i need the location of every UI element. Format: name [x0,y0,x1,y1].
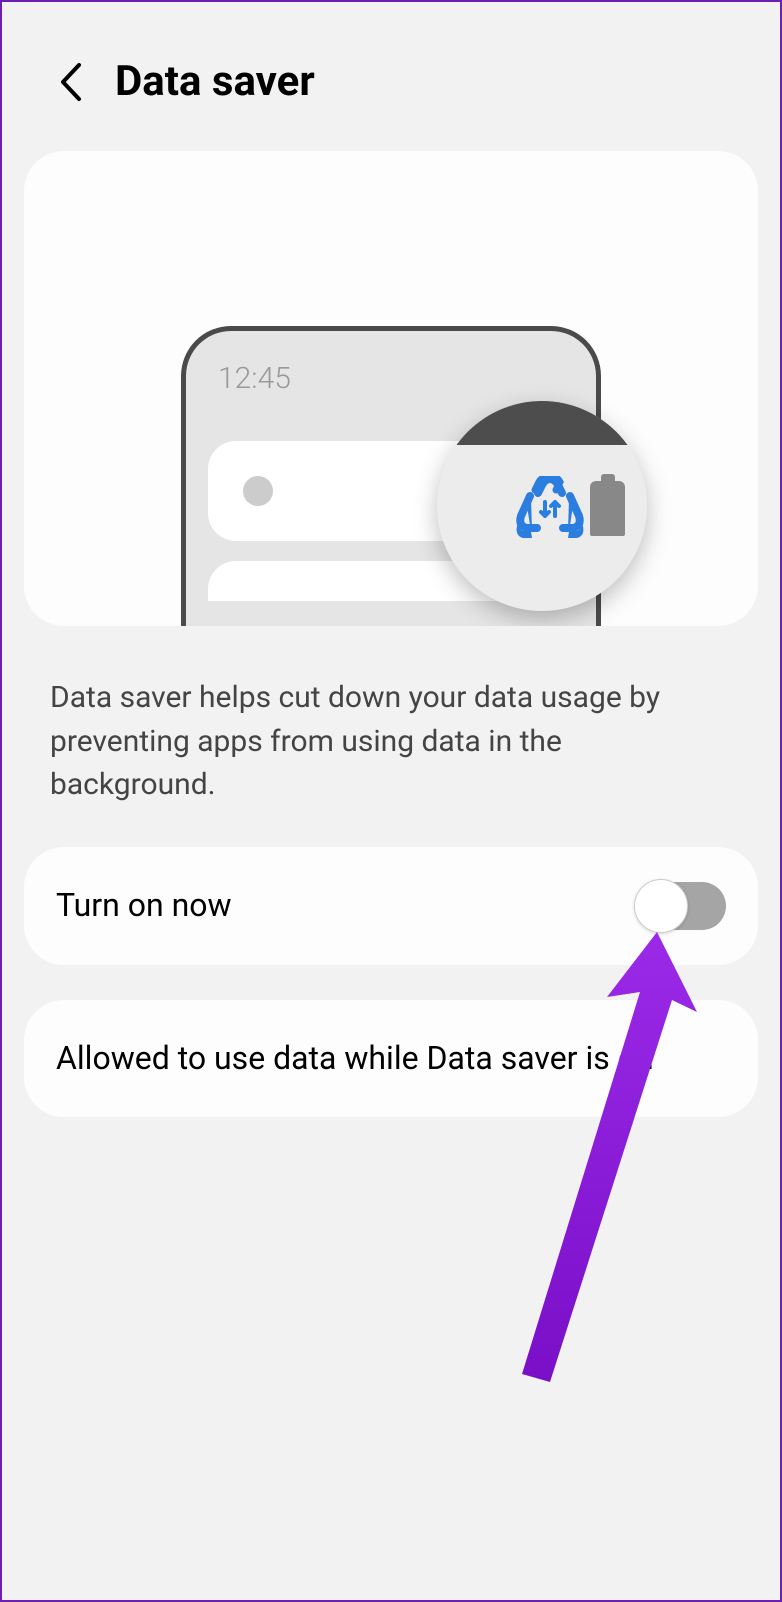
turn-on-label: Turn on now [56,885,232,927]
data-saver-triangle-icon [515,476,585,541]
back-icon[interactable] [57,61,85,103]
phone-card-dot [243,476,273,506]
magnifier-bubble [437,401,647,611]
page-title: Data saver [115,57,315,106]
illustration-card: 12:45 [24,151,758,626]
header: Data saver [2,2,780,141]
magnifier-phone-top [437,401,647,445]
annotation-arrow-icon [492,922,722,1392]
phone-time: 12:45 [218,361,574,396]
turn-on-toggle[interactable] [636,882,726,930]
turn-on-now-row[interactable]: Turn on now [24,847,758,965]
battery-icon [590,481,625,536]
toggle-knob [634,879,688,933]
allowed-apps-row[interactable]: Allowed to use data while Data saver is … [24,1000,758,1118]
allowed-apps-label: Allowed to use data while Data saver is … [56,1039,654,1077]
description-text: Data saver helps cut down your data usag… [2,626,780,837]
